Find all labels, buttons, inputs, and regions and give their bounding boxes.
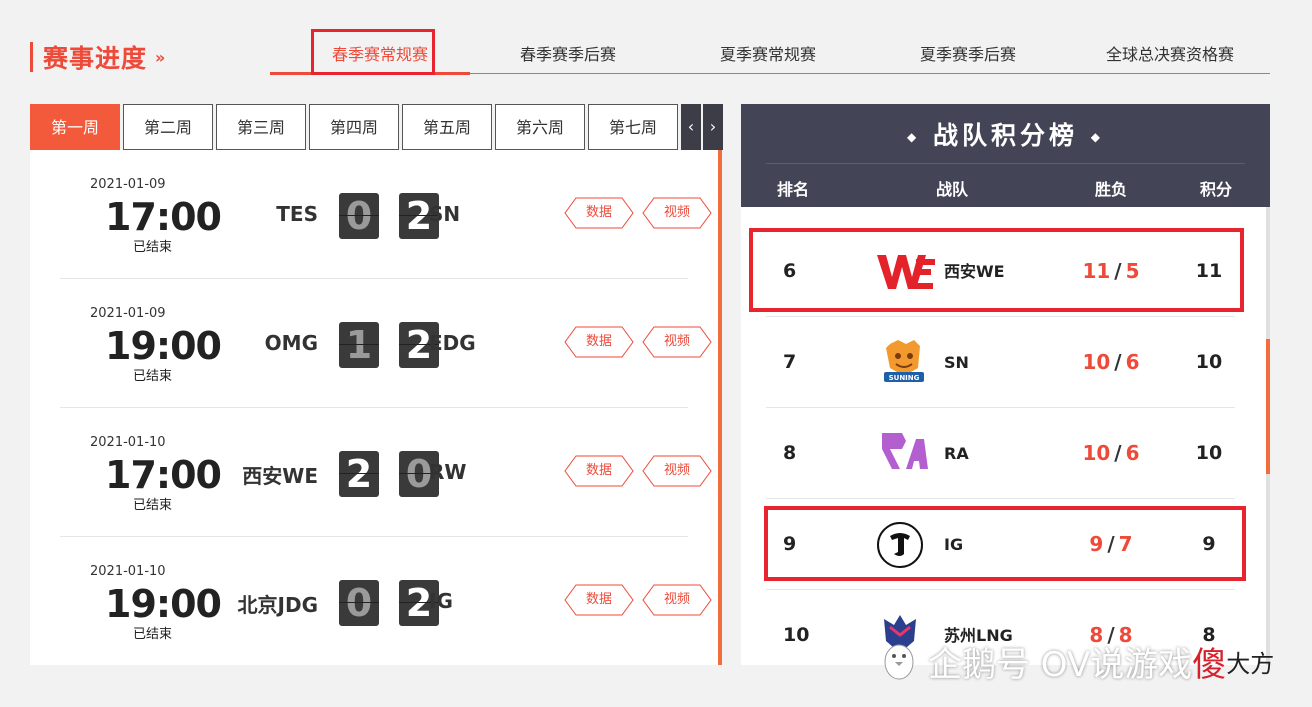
tab-week-2[interactable]: 第二周 xyxy=(123,104,213,150)
stats-button[interactable]: 数据 xyxy=(564,326,634,358)
team-right: EDG xyxy=(429,331,476,355)
match-date: 2021-01-10 xyxy=(90,564,166,579)
standings-title: ◆ 战队积分榜 ◆ xyxy=(907,121,1104,150)
match-row: 2021-01-10 19:00 已结束 北京JDG 0 2 IG 数据 视频 xyxy=(60,537,712,666)
match-row: 2021-01-09 19:00 已结束 OMG 1 2 EDG 数据 视频 xyxy=(60,279,712,408)
team-right: IG xyxy=(429,589,453,613)
tab-week-6[interactable]: 第六周 xyxy=(495,104,585,150)
match-date: 2021-01-09 xyxy=(90,177,166,192)
win-loss: 10/6 xyxy=(1082,441,1140,465)
highlight-box-row-9 xyxy=(764,506,1246,581)
match-status: 已结束 xyxy=(133,369,173,384)
stats-button[interactable]: 数据 xyxy=(564,197,634,229)
points: 10 xyxy=(1195,351,1223,373)
match-row: 2021-01-09 17:00 已结束 TES 0 2 SN 数据 视频 xyxy=(60,150,712,279)
match-time: 19:00 xyxy=(105,324,222,368)
sn-logo-icon: SUNING xyxy=(876,338,932,388)
video-button[interactable]: 视频 xyxy=(642,197,712,229)
match-status: 已结束 xyxy=(133,498,173,513)
tab-spring-playoffs[interactable]: 春季赛季后赛 xyxy=(498,32,638,74)
diamond-icon: ◆ xyxy=(907,130,921,144)
col-wl: 胜负 xyxy=(1095,180,1128,199)
tab-summer-regular[interactable]: 夏季赛常规赛 xyxy=(698,32,838,74)
ra-logo-icon xyxy=(876,429,932,479)
match-date: 2021-01-10 xyxy=(90,435,166,450)
score-left: 2 xyxy=(339,451,379,497)
tab-summer-playoffs[interactable]: 夏季赛季后赛 xyxy=(898,32,1038,74)
win-loss: 10/6 xyxy=(1082,350,1140,374)
diamond-icon: ◆ xyxy=(1090,130,1104,144)
standings-header: ◆ 战队积分榜 ◆ 排名 战队 胜负 积分 xyxy=(741,104,1270,207)
rank: 8 xyxy=(783,442,797,464)
match-time: 17:00 xyxy=(105,195,222,239)
score-left: 0 xyxy=(339,580,379,626)
double-chevron-right-icon[interactable]: » xyxy=(155,48,166,67)
chevron-left-icon[interactable]: ‹ xyxy=(681,104,701,150)
section-title: 赛事进度 » xyxy=(30,40,166,74)
scrollbar[interactable] xyxy=(718,150,722,665)
score-left: 0 xyxy=(339,193,379,239)
watermark: 企鹅号 OV说游戏傻大方 xyxy=(878,636,1274,686)
col-rank: 排名 xyxy=(777,180,810,199)
match-status: 已结束 xyxy=(133,240,173,255)
standings-row: 7 SUNING SN 10/6 10 xyxy=(766,317,1235,408)
section-title-text: 赛事进度 xyxy=(43,44,148,73)
col-points: 积分 xyxy=(1200,180,1233,199)
video-button[interactable]: 视频 xyxy=(642,455,712,487)
tab-week-7[interactable]: 第七周 xyxy=(588,104,678,150)
header-divider xyxy=(766,163,1245,164)
team-left: 西安WE xyxy=(242,464,318,488)
standings-scrollbar[interactable] xyxy=(1266,207,1270,665)
team-name: SN xyxy=(944,353,969,372)
team-name: RA xyxy=(944,444,969,463)
team-left: 北京JDG xyxy=(237,593,318,617)
highlight-box-tab xyxy=(311,29,435,75)
rank: 10 xyxy=(783,624,810,646)
video-button[interactable]: 视频 xyxy=(642,326,712,358)
svg-text:SUNING: SUNING xyxy=(889,374,920,382)
tab-week-4[interactable]: 第四周 xyxy=(309,104,399,150)
team-right: RW xyxy=(429,460,467,484)
tab-worlds-qualifier[interactable]: 全球总决赛资格赛 xyxy=(1090,32,1250,74)
rank: 7 xyxy=(783,351,797,373)
video-button[interactable]: 视频 xyxy=(642,584,712,616)
points: 10 xyxy=(1195,442,1223,464)
tab-week-3[interactable]: 第三周 xyxy=(216,104,306,150)
match-date: 2021-01-09 xyxy=(90,306,166,321)
score-left: 1 xyxy=(339,322,379,368)
team-right: SN xyxy=(429,202,461,226)
highlight-box-row-6 xyxy=(749,228,1244,312)
col-team: 战队 xyxy=(936,180,969,199)
penguin-icon xyxy=(884,644,914,680)
stats-button[interactable]: 数据 xyxy=(564,584,634,616)
match-list: 2021-01-09 17:00 已结束 TES 0 2 SN 数据 视频 20… xyxy=(30,150,722,665)
title-accent-bar xyxy=(30,42,33,72)
team-left: TES xyxy=(276,202,318,226)
match-time: 19:00 xyxy=(105,582,222,626)
scrollbar-thumb[interactable] xyxy=(1266,339,1270,474)
chevron-right-icon[interactable]: › xyxy=(703,104,723,150)
stats-button[interactable]: 数据 xyxy=(564,455,634,487)
tab-week-5[interactable]: 第五周 xyxy=(402,104,492,150)
match-status: 已结束 xyxy=(133,627,173,642)
team-left: OMG xyxy=(264,331,318,355)
tab-week-1[interactable]: 第一周 xyxy=(30,104,120,150)
match-row: 2021-01-10 17:00 已结束 西安WE 2 0 RW 数据 视频 xyxy=(60,408,712,537)
standings-row: 8 RA 10/6 10 xyxy=(766,408,1235,499)
match-time: 17:00 xyxy=(105,453,222,497)
